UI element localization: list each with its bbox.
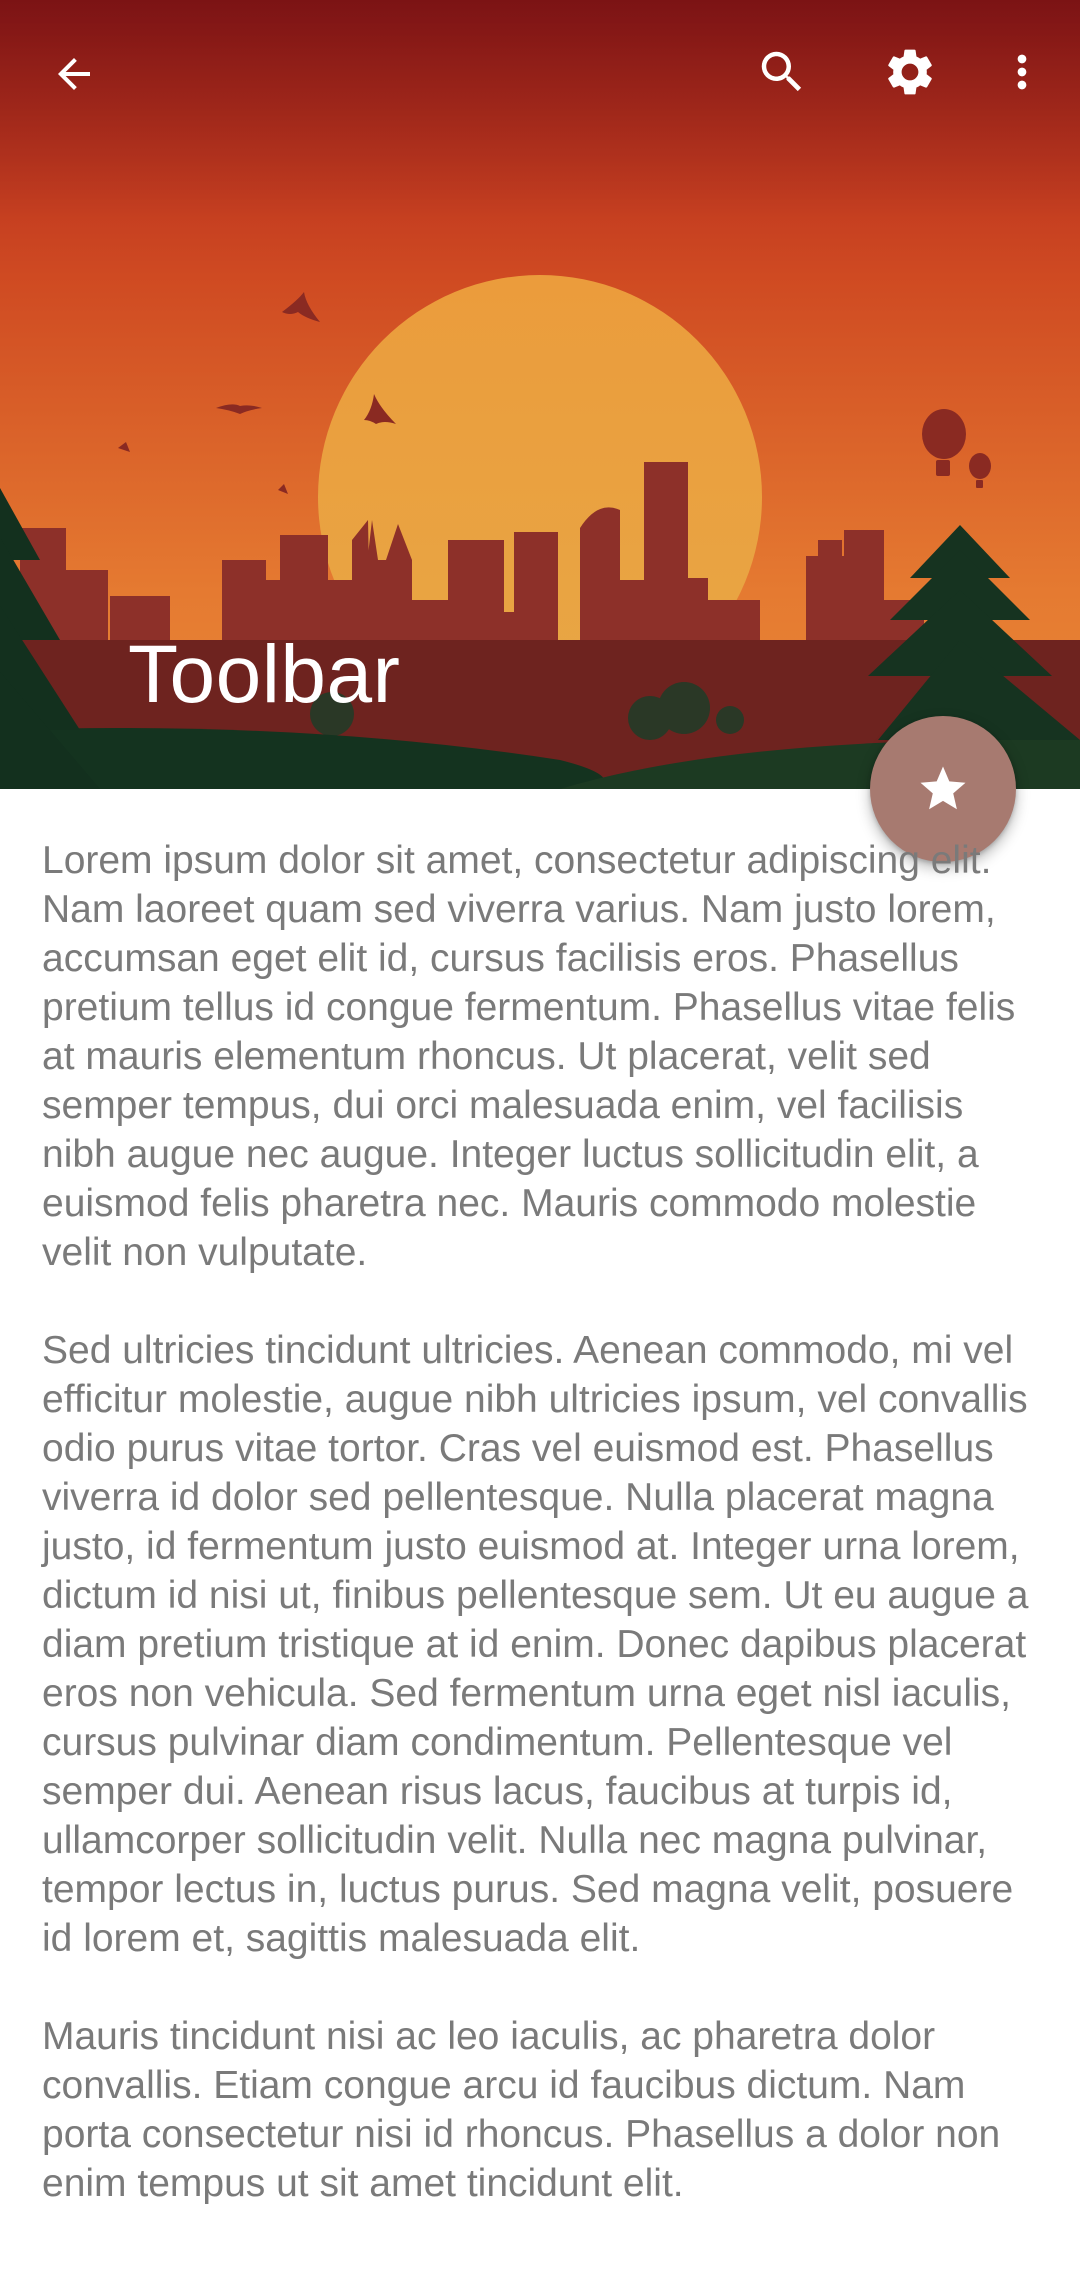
article-body: Lorem ipsum dolor sit amet, consectetur …	[42, 836, 1042, 2257]
settings-button[interactable]	[862, 24, 958, 120]
arrow-left-icon	[58, 58, 90, 90]
screen: Toolbar Lorem ipsum dolor sit amet, cons…	[0, 0, 1080, 2274]
paragraph: Mauris tincidunt nisi ac leo iaculis, ac…	[42, 2015, 1001, 2205]
more-vert-icon	[1017, 54, 1027, 90]
paragraph: Sed ultricies tincidunt ultricies. Aenea…	[42, 1329, 1029, 1960]
toolbar	[0, 0, 1080, 150]
search-icon	[761, 51, 802, 92]
more-options-button[interactable]	[974, 24, 1070, 120]
gear-icon	[888, 49, 932, 95]
star-icon	[920, 766, 966, 810]
back-button[interactable]	[26, 26, 122, 122]
search-button[interactable]	[734, 24, 830, 120]
paragraph: Lorem ipsum dolor sit amet, consectetur …	[42, 839, 1016, 1274]
collapsing-header: Toolbar	[0, 0, 1080, 789]
page-title: Toolbar	[128, 629, 401, 720]
